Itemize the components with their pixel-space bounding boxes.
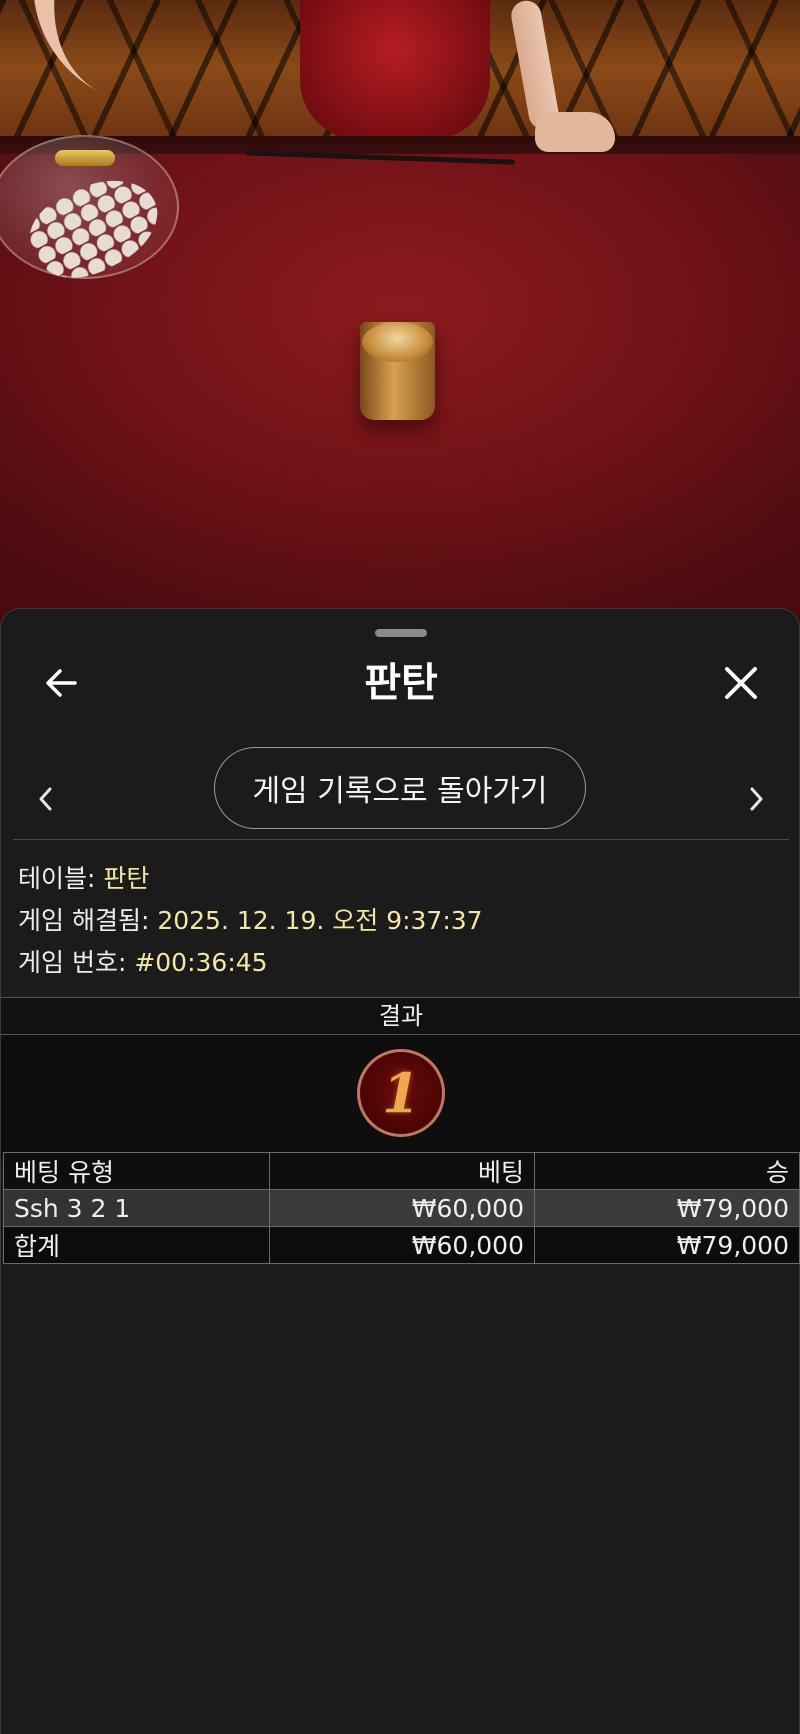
table-info-value: 판탄: [103, 864, 150, 893]
column-header-bet: 베팅: [269, 1152, 535, 1190]
table-info-label: 테이블:: [18, 864, 96, 893]
game-number-info: 게임 번호: #00:36:45: [18, 943, 268, 979]
chevron-right-icon: [750, 787, 763, 811]
total-bet-cell: ₩60,000: [269, 1226, 535, 1264]
table-row: Ssh 3 2 1 ₩60,000 ₩79,000: [3, 1189, 800, 1227]
bet-type-cell: Ssh 3 2 1: [3, 1189, 270, 1227]
result-number: 1: [382, 1061, 420, 1125]
video-dealer-hand: [535, 112, 615, 152]
win-amount-cell: ₩79,000: [534, 1189, 800, 1227]
previous-game-button[interactable]: [26, 769, 66, 829]
video-brass-cup-top: [362, 322, 433, 362]
sheet-drag-handle[interactable]: [375, 629, 427, 637]
bets-table-container: 베팅 유형 베팅 승 Ssh 3 2 1 ₩60,000 ₩79,000 합계 …: [3, 1152, 800, 1264]
total-win-cell: ₩79,000: [534, 1226, 800, 1264]
live-video-feed: [0, 0, 800, 640]
next-game-button[interactable]: [736, 769, 776, 829]
bets-table-header: 베팅 유형 베팅 승: [3, 1152, 800, 1190]
result-number-badge: 1: [357, 1049, 445, 1137]
back-button[interactable]: [31, 653, 91, 713]
game-detail-sheet: 판탄 게임 기록으로 돌아가기 테이블: 판탄 게임 해결됨: 2025. 12…: [0, 608, 800, 1734]
result-panel: 1: [1, 1035, 800, 1161]
column-header-bet-type: 베팅 유형: [3, 1152, 270, 1190]
table-info: 테이블: 판탄: [18, 859, 149, 895]
back-to-history-button[interactable]: 게임 기록으로 돌아가기: [214, 747, 586, 829]
resolved-info-label: 게임 해결됨:: [18, 906, 150, 935]
total-row: 합계 ₩60,000 ₩79,000: [3, 1226, 800, 1264]
game-number-value: #00:36:45: [134, 948, 268, 977]
close-button[interactable]: [711, 653, 771, 713]
total-label-cell: 합계: [3, 1226, 270, 1264]
close-icon: [725, 667, 757, 699]
bet-amount-cell: ₩60,000: [269, 1189, 535, 1227]
arrow-left-icon: [46, 669, 77, 697]
game-number-label: 게임 번호:: [18, 948, 127, 977]
result-header: 결과: [1, 997, 800, 1035]
bets-table: 베팅 유형 베팅 승 Ssh 3 2 1 ₩60,000 ₩79,000 합계 …: [3, 1152, 800, 1264]
section-divider: [13, 839, 789, 840]
page-title: 판탄: [364, 660, 438, 706]
video-bowl-handle: [55, 150, 115, 166]
resolved-info: 게임 해결됨: 2025. 12. 19. 오전 9:37:37: [18, 901, 483, 937]
resolved-info-value: 2025. 12. 19. 오전 9:37:37: [157, 906, 483, 935]
chevron-left-icon: [39, 787, 52, 811]
video-dealer: [300, 0, 490, 140]
column-header-win: 승: [534, 1152, 800, 1190]
